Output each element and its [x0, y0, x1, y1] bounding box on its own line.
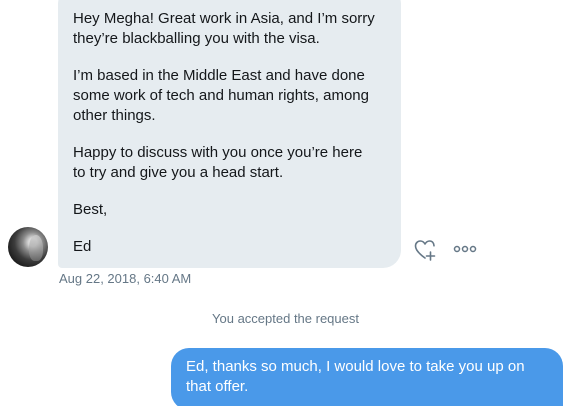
message-paragraph-5: Ed [73, 238, 92, 255]
system-note-text: You accepted the request [212, 311, 359, 326]
outgoing-message-text: Ed, thanks so much, I would love to take… [186, 358, 525, 395]
outgoing-message-bubble[interactable]: Ed, thanks so much, I would love to take… [171, 348, 563, 406]
message-paragraph-1: Hey Megha! Great work in Asia, and I’m s… [73, 10, 375, 47]
more-dots-icon[interactable] [453, 241, 477, 257]
sender-avatar[interactable] [8, 227, 48, 267]
incoming-message-bubble[interactable]: Hey Megha! Great work in Asia, and I’m s… [58, 0, 401, 268]
message-paragraph-4: Best, [73, 201, 108, 218]
request-accepted-note: You accepted the request [0, 311, 579, 327]
dm-conversation: Hey Megha! Great work in Asia, and I’m s… [0, 0, 579, 406]
heart-plus-icon[interactable] [414, 239, 438, 261]
message-paragraph-3: Happy to discuss with you once you’re he… [73, 144, 363, 181]
message-paragraph-2: I’m based in the Middle East and have do… [73, 67, 369, 124]
message-timestamp: Aug 22, 2018, 6:40 AM [59, 271, 192, 286]
